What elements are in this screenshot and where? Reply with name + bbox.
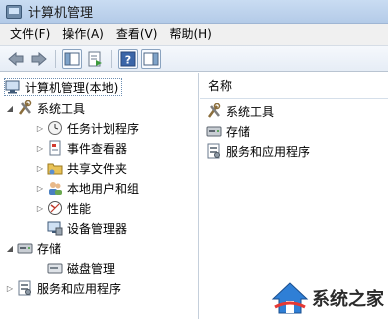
action-pane-button[interactable] xyxy=(141,48,161,69)
tree-label: 设备管理器 xyxy=(67,221,128,236)
menu-file[interactable]: 文件(F) xyxy=(0,24,56,45)
watermark: 系统之家 xyxy=(271,281,384,315)
tree-label: 性能 xyxy=(67,201,92,216)
house-logo-icon xyxy=(271,282,309,314)
collapsed-arrow-icon[interactable]: ▷ xyxy=(35,204,45,213)
expanded-arrow-icon[interactable]: ◢ xyxy=(5,244,15,253)
computer-management-icon xyxy=(5,79,21,95)
tree-item-storage[interactable]: ◢ 存储 xyxy=(5,238,61,258)
column-header-name[interactable]: 名称 xyxy=(200,73,388,99)
forward-icon xyxy=(31,51,47,66)
console-tree[interactable]: 计算机管理(本地) ◢ 系统工具 ▷ 任务计划程序 ▷ 事件查看器 ▷ 共享文件… xyxy=(0,73,199,319)
show-hide-tree-button[interactable] xyxy=(62,48,82,69)
list-item-label: 存储 xyxy=(226,124,251,139)
tree-label: 计算机管理(本地) xyxy=(25,80,119,95)
tools-icon xyxy=(17,100,33,116)
properties-button[interactable] xyxy=(85,49,105,69)
tree-item-root[interactable]: 计算机管理(本地) xyxy=(4,78,123,96)
tree-label: 磁盘管理 xyxy=(67,261,116,276)
list-item-services-apps[interactable]: 服务和应用程序 xyxy=(206,141,310,161)
services-apps-icon xyxy=(17,280,33,296)
tree-label: 服务和应用程序 xyxy=(37,281,122,296)
tree-item-performance[interactable]: ▷ 性能 xyxy=(35,198,91,218)
storage-icon xyxy=(17,240,33,256)
tree-label: 事件查看器 xyxy=(67,141,128,156)
collapsed-arrow-icon[interactable]: ▷ xyxy=(35,144,45,153)
help-button[interactable]: ? xyxy=(118,48,138,69)
tree-item-shared-folders[interactable]: ▷ 共享文件夹 xyxy=(35,158,127,178)
list-item-label: 系统工具 xyxy=(226,104,275,119)
help-icon: ? xyxy=(120,51,136,66)
forward-button[interactable] xyxy=(29,49,49,69)
clock-icon xyxy=(47,120,63,136)
disk-management-icon xyxy=(47,260,63,276)
storage-icon xyxy=(206,123,222,139)
title-bar: 计算机管理 xyxy=(0,0,388,24)
event-viewer-icon xyxy=(47,140,63,156)
collapsed-arrow-icon[interactable]: ▷ xyxy=(35,184,45,193)
menu-bar: 文件(F) 操作(A) 查看(V) 帮助(H) xyxy=(0,24,388,45)
tree-item-system-tools[interactable]: ◢ 系统工具 xyxy=(5,98,85,118)
collapsed-arrow-icon[interactable]: ▷ xyxy=(35,164,45,173)
toolbar-separator xyxy=(55,49,56,68)
watermark-text: 系统之家 xyxy=(312,289,384,310)
list-item-label: 服务和应用程序 xyxy=(226,144,311,159)
tree-label: 任务计划程序 xyxy=(67,121,140,136)
toolbar: ? xyxy=(0,45,388,72)
properties-icon xyxy=(88,51,102,66)
services-apps-icon xyxy=(206,143,222,159)
device-manager-icon xyxy=(47,220,63,236)
list-item-storage[interactable]: 存储 xyxy=(206,121,250,141)
computer-management-icon xyxy=(6,4,22,19)
tree-label: 系统工具 xyxy=(37,101,86,116)
results-pane[interactable]: 名称 系统工具 存储 服务和应用程序 系统之家 xyxy=(200,73,388,319)
collapsed-arrow-icon[interactable]: ▷ xyxy=(5,284,15,293)
tree-label: 共享文件夹 xyxy=(67,161,128,176)
collapsed-arrow-icon[interactable]: ▷ xyxy=(35,124,45,133)
show-tree-icon xyxy=(64,52,80,65)
action-pane-icon xyxy=(143,52,159,65)
menu-help[interactable]: 帮助(H) xyxy=(163,24,217,45)
tree-item-services-apps[interactable]: ▷ 服务和应用程序 xyxy=(5,278,121,298)
tree-item-disk-management[interactable]: 磁盘管理 xyxy=(47,258,115,278)
performance-icon xyxy=(47,200,63,216)
expanded-arrow-icon[interactable]: ◢ xyxy=(5,104,15,113)
menu-action[interactable]: 操作(A) xyxy=(56,24,110,45)
menu-view[interactable]: 查看(V) xyxy=(110,24,164,45)
shared-folder-icon xyxy=(47,160,63,176)
users-icon xyxy=(47,180,63,196)
back-icon xyxy=(8,51,24,66)
tree-label: 本地用户和组 xyxy=(67,181,140,196)
tree-item-task-scheduler[interactable]: ▷ 任务计划程序 xyxy=(35,118,139,138)
svg-text:?: ? xyxy=(125,53,131,66)
list-item-system-tools[interactable]: 系统工具 xyxy=(206,101,274,121)
tree-item-device-manager[interactable]: 设备管理器 xyxy=(47,218,127,238)
window-title: 计算机管理 xyxy=(28,6,94,21)
back-button[interactable] xyxy=(6,49,26,69)
tree-item-event-viewer[interactable]: ▷ 事件查看器 xyxy=(35,138,127,158)
tree-label: 存储 xyxy=(37,241,62,256)
toolbar-separator xyxy=(111,49,112,68)
tree-item-local-users[interactable]: ▷ 本地用户和组 xyxy=(35,178,139,198)
tools-icon xyxy=(206,103,222,119)
